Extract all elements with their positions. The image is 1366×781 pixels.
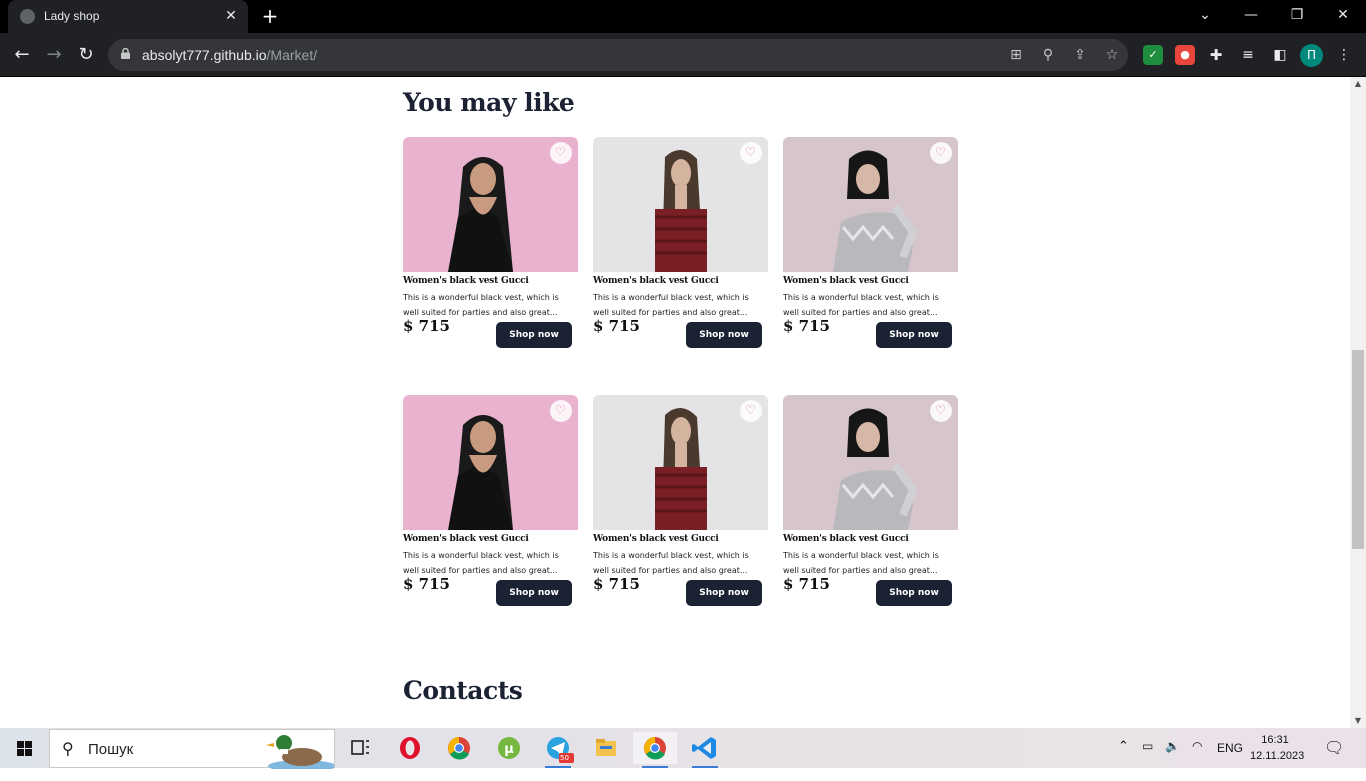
clock[interactable]: 16:31 12.11.2023 <box>1250 732 1305 764</box>
product-price: $ 715 <box>403 575 450 593</box>
tray-chevron-icon[interactable]: ⌃ <box>1118 738 1129 778</box>
vscode-icon[interactable] <box>683 732 727 768</box>
menu-kebab-icon[interactable]: ⋮ <box>1334 45 1354 65</box>
lock-icon <box>121 48 130 59</box>
shield-extension-icon[interactable]: ✓ <box>1143 45 1163 65</box>
product-card: ♡ Women's black vest Gucci This is a won… <box>403 395 578 625</box>
product-price: $ 715 <box>783 317 830 335</box>
battery-icon[interactable]: ▭ <box>1142 739 1153 779</box>
globe-icon <box>20 9 35 24</box>
product-price: $ 715 <box>593 317 640 335</box>
telegram-icon[interactable]: 50 <box>536 732 580 768</box>
product-price: $ 715 <box>403 317 450 335</box>
language-indicator[interactable]: ENG <box>1217 741 1243 781</box>
heart-icon[interactable]: ♡ <box>550 400 572 422</box>
media-queue-icon[interactable]: ≡ <box>1238 45 1258 65</box>
back-button[interactable]: ← <box>8 41 36 69</box>
heart-icon[interactable]: ♡ <box>930 142 952 164</box>
url-text: absolyt777.github.io/Market/ <box>142 47 318 63</box>
profile-avatar[interactable]: П <box>1300 44 1323 67</box>
product-description: This is a wonderful black vest, which is… <box>403 551 559 575</box>
search-icon: ⚲ <box>62 739 74 758</box>
taskbar-search[interactable]: ⚲ Пошук <box>49 729 335 769</box>
telegram-badge: 50 <box>560 754 569 762</box>
shop-now-button[interactable]: Shop now <box>686 580 762 606</box>
opera-icon[interactable] <box>388 732 432 764</box>
product-description: This is a wonderful black vest, which is… <box>783 551 939 575</box>
translate-icon[interactable]: ⊞ <box>1006 45 1026 65</box>
notifications-icon[interactable]: 🗨 <box>1324 738 1344 778</box>
tab-search-icon[interactable]: ⌄ <box>1182 0 1228 33</box>
product-card: ♡ Women's black vest Gucci This is a won… <box>593 395 768 625</box>
shop-now-button[interactable]: Shop now <box>686 322 762 348</box>
record-extension-icon[interactable]: ● <box>1175 45 1195 65</box>
file-explorer-icon[interactable] <box>584 732 628 764</box>
side-panel-icon[interactable]: ◧ <box>1270 45 1290 65</box>
shop-now-button[interactable]: Shop now <box>876 322 952 348</box>
browser-tab-strip: Lady shop ✕ + ⌄ — ❐ ✕ <box>0 0 1366 33</box>
heart-icon[interactable]: ♡ <box>740 400 762 422</box>
windows-taskbar: ⚲ Пошук µ 50 ⌃ ▭ 🔈 ◠ ENG 16:31 12.11.202… <box>0 728 1366 769</box>
scroll-down-icon[interactable]: ▼ <box>1350 714 1366 728</box>
windows-start-button[interactable] <box>0 728 48 768</box>
puzzle-extensions-icon[interactable]: ✚ <box>1206 45 1226 65</box>
product-price: $ 715 <box>593 575 640 593</box>
product-name: Women's black vest Gucci <box>403 534 529 544</box>
product-name: Women's black vest Gucci <box>593 534 719 544</box>
scroll-up-icon[interactable]: ▲ <box>1350 77 1366 91</box>
network-icon[interactable]: ◠ <box>1192 739 1202 779</box>
page-scrollbar[interactable]: ▲ ▼ <box>1350 77 1366 728</box>
heart-icon[interactable]: ♡ <box>930 400 952 422</box>
bookmark-star-icon[interactable]: ☆ <box>1102 45 1122 65</box>
heart-icon[interactable]: ♡ <box>550 142 572 164</box>
tab-title: Lady shop <box>44 9 100 23</box>
browser-toolbar: ← → ↻ absolyt777.github.io/Market/ ⊞ ⚲ ⇪… <box>0 33 1366 77</box>
svg-text:µ: µ <box>504 742 514 757</box>
product-price: $ 715 <box>783 575 830 593</box>
address-bar[interactable]: absolyt777.github.io/Market/ ⊞ ⚲ ⇪ ☆ <box>108 39 1128 71</box>
product-description: This is a wonderful black vest, which is… <box>783 293 939 317</box>
close-window-button[interactable]: ✕ <box>1320 0 1366 33</box>
chrome-active-icon[interactable] <box>633 732 677 768</box>
shop-now-button[interactable]: Shop now <box>876 580 952 606</box>
product-name: Women's black vest Gucci <box>783 534 909 544</box>
scroll-thumb[interactable] <box>1352 350 1364 549</box>
restore-button[interactable]: ❐ <box>1274 0 1320 33</box>
chrome-icon[interactable] <box>437 732 481 764</box>
page-viewport: You may like ♡ Women's black vest Gucci … <box>0 77 1350 728</box>
zoom-icon[interactable]: ⚲ <box>1038 45 1058 65</box>
product-card: ♡ Women's black vest Gucci This is a won… <box>783 395 958 625</box>
product-name: Women's black vest Gucci <box>593 276 719 286</box>
reload-button[interactable]: ↻ <box>72 41 100 69</box>
product-name: Women's black vest Gucci <box>783 276 909 286</box>
browser-tab[interactable]: Lady shop ✕ <box>8 0 248 33</box>
shop-now-button[interactable]: Shop now <box>496 322 572 348</box>
share-icon[interactable]: ⇪ <box>1070 45 1090 65</box>
volume-icon[interactable]: 🔈 <box>1165 739 1180 779</box>
product-name: Women's black vest Gucci <box>403 276 529 286</box>
task-view-icon[interactable] <box>338 732 382 764</box>
shop-now-button[interactable]: Shop now <box>496 580 572 606</box>
search-placeholder: Пошук <box>88 741 134 758</box>
windows-logo-icon <box>17 741 32 756</box>
heart-icon[interactable]: ♡ <box>740 142 762 164</box>
product-card: ♡ Women's black vest Gucci This is a won… <box>783 137 958 367</box>
product-card: ♡ Women's black vest Gucci This is a won… <box>403 137 578 367</box>
close-tab-icon[interactable]: ✕ <box>222 7 240 25</box>
product-card: ♡ Women's black vest Gucci This is a won… <box>593 137 768 367</box>
section-title: You may like <box>403 88 575 117</box>
clock-date: 12.11.2023 <box>1250 750 1305 762</box>
minimize-button[interactable]: — <box>1228 0 1274 33</box>
contacts-title: Contacts <box>403 676 523 705</box>
new-tab-button[interactable]: + <box>258 5 282 29</box>
duck-illustration-icon <box>266 735 334 769</box>
product-description: This is a wonderful black vest, which is… <box>593 293 749 317</box>
product-description: This is a wonderful black vest, which is… <box>403 293 559 317</box>
product-description: This is a wonderful black vest, which is… <box>593 551 749 575</box>
clock-time: 16:31 <box>1261 734 1289 746</box>
forward-button[interactable]: → <box>40 41 68 69</box>
utorrent-icon[interactable]: µ <box>487 732 531 764</box>
